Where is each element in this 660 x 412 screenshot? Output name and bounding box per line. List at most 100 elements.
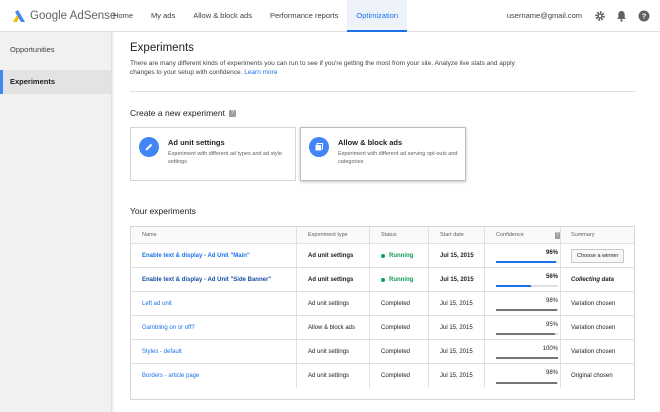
ads-list-icon: [309, 137, 329, 157]
table-row: Enable text & display - Ad Unit "Side Ba…: [131, 268, 634, 292]
col-header-confidence: Confidence?: [485, 227, 561, 243]
sidebar-item-experiments[interactable]: Experiments: [0, 70, 111, 94]
confidence-fill: [496, 333, 555, 335]
confidence-value: 96%: [545, 250, 558, 256]
sidebar: Opportunities Experiments: [0, 32, 112, 412]
status-dot: [381, 253, 385, 258]
card-allow-block-ads[interactable]: Allow & block ads Experiment with differ…: [300, 127, 466, 181]
card-title: Ad unit settings: [168, 138, 225, 147]
create-experiment-label: Create a new experiment: [130, 108, 225, 118]
col-header-status: Status: [370, 227, 429, 243]
nav-home[interactable]: Home: [104, 0, 142, 32]
status-badge: Running: [389, 276, 414, 283]
experiment-type: Allow & block ads: [297, 316, 370, 339]
summary-text: Variation chosen: [571, 324, 616, 331]
help-icon[interactable]: ?: [637, 9, 650, 22]
divider: [130, 91, 636, 92]
table-row: Gambling on or off? Allow & block ads Co…: [131, 316, 634, 340]
confidence-value: 56%: [545, 274, 558, 280]
confidence-fill: [496, 309, 557, 311]
start-date: Jul 15, 2015: [429, 316, 485, 339]
bell-icon[interactable]: [615, 9, 628, 22]
choose-winner-button[interactable]: Choose a winner: [571, 248, 625, 263]
confidence-value: 98%: [545, 370, 558, 376]
create-experiment-heading: Create a new experiment?: [130, 108, 236, 118]
start-date: Jul 15, 2015: [429, 244, 485, 267]
top-icons: ?: [593, 9, 650, 22]
top-bar: Google AdSense Home My ads Allow & block…: [0, 0, 660, 32]
start-date: Jul 15, 2015: [429, 340, 485, 363]
confidence-fill: [496, 357, 558, 359]
main-nav: Home My ads Allow & block ads Performanc…: [104, 0, 408, 32]
summary-text: Variation chosen: [571, 348, 616, 355]
start-date: Jul 15, 2015: [429, 364, 485, 388]
start-date: Jul 15, 2015: [429, 292, 485, 315]
adsense-logo-icon: [12, 9, 26, 23]
card-description: Experiment with different ad types and a…: [168, 151, 282, 165]
help-icon[interactable]: ?: [228, 110, 236, 118]
card-ad-unit-settings[interactable]: Ad unit settings Experiment with differe…: [130, 127, 296, 181]
user-email[interactable]: username@gmail.com: [507, 0, 582, 32]
status-dot: [381, 277, 385, 282]
experiment-name-link[interactable]: Enable text & display - Ad Unit "Main": [142, 253, 250, 259]
nav-my-ads[interactable]: My ads: [142, 0, 184, 32]
page-title: Experiments: [130, 42, 194, 54]
confidence-fill: [496, 261, 556, 263]
summary-text: Original chosen: [571, 373, 613, 379]
nav-allow-block-ads[interactable]: Allow & block ads: [184, 0, 261, 32]
col-header-name: Name: [131, 227, 297, 243]
confidence-bar: [496, 357, 558, 359]
confidence-bar: [496, 333, 558, 335]
confidence-fill: [496, 285, 531, 287]
svg-text:?: ?: [641, 11, 646, 20]
status-text: Completed: [370, 316, 429, 339]
confidence-bar: [496, 261, 558, 263]
learn-more-link[interactable]: Learn more: [244, 69, 277, 76]
confidence-bar: [496, 382, 558, 384]
status-text: Completed: [370, 364, 429, 388]
confidence-bar: [496, 285, 558, 287]
sidebar-item-opportunities[interactable]: Opportunities: [0, 38, 111, 62]
table-header-row: Name Experiment type Status Start date C…: [131, 227, 634, 244]
start-date: Jul 15, 2015: [429, 268, 485, 291]
help-icon[interactable]: ?: [554, 231, 560, 239]
experiment-type: Ad unit settings: [297, 340, 370, 363]
col-header-summary: Summary: [571, 232, 595, 238]
experiment-name-link[interactable]: Styles - default: [142, 349, 182, 355]
status-badge: Running: [389, 252, 414, 259]
experiment-name-link[interactable]: Enable text & display - Ad Unit "Side Ba…: [142, 277, 271, 283]
confidence-value: 98%: [545, 298, 558, 304]
adsense-logo[interactable]: Google AdSense: [12, 8, 116, 24]
pencil-icon: [139, 137, 159, 157]
nav-optimization[interactable]: Optimization: [347, 0, 408, 32]
summary-text: Variation chosen: [571, 300, 616, 307]
col-header-confidence-label: Confidence: [496, 232, 524, 238]
nav-performance-reports[interactable]: Performance reports: [261, 0, 347, 32]
card-description: Experiment with different ad serving opt…: [338, 151, 458, 165]
experiment-type: Ad unit settings: [297, 292, 370, 315]
experiment-type: Ad unit settings: [297, 268, 370, 291]
summary-text: Collecting data: [571, 276, 615, 283]
table-row: Styles - default Ad unit settings Comple…: [131, 340, 634, 364]
card-title: Allow & block ads: [338, 138, 403, 147]
experiment-type: Ad unit settings: [297, 244, 370, 267]
experiments-table: Name Experiment type Status Start date C…: [130, 226, 635, 400]
intro-body: There are many different kinds of experi…: [130, 60, 515, 76]
experiment-name-link[interactable]: Left ad unit: [142, 301, 172, 307]
intro-text: There are many different kinds of experi…: [130, 59, 520, 77]
confidence-fill: [496, 382, 557, 384]
confidence-value: 95%: [545, 322, 558, 328]
experiment-name-link[interactable]: Gambling on or off?: [142, 325, 195, 331]
status-text: Completed: [370, 340, 429, 363]
table-row: Left ad unit Ad unit settings Completed …: [131, 292, 634, 316]
status-text: Completed: [370, 292, 429, 315]
experiment-type: Ad unit settings: [297, 364, 370, 388]
confidence-bar: [496, 309, 558, 311]
table-row: Enable text & display - Ad Unit "Main" A…: [131, 244, 634, 268]
gear-icon[interactable]: [593, 9, 606, 22]
table-row: Borders - article page Ad unit settings …: [131, 364, 634, 388]
main-content: Experiments There are many different kin…: [114, 32, 660, 412]
experiment-name-link[interactable]: Borders - article page: [142, 373, 199, 379]
confidence-value: 100%: [542, 346, 558, 352]
col-header-type: Experiment type: [297, 227, 370, 243]
